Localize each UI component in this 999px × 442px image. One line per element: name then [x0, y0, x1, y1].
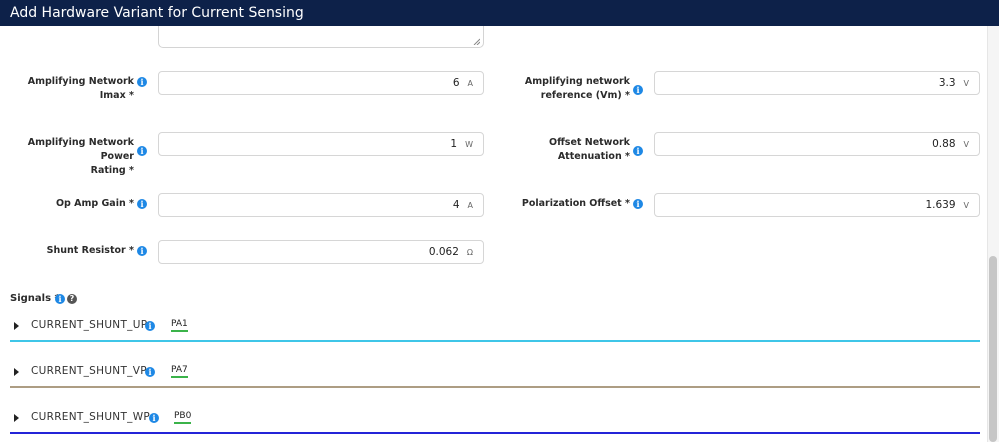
polar-offset-unit: V — [963, 200, 969, 210]
offset-att-input[interactable]: 0.88 V — [654, 132, 980, 156]
amp-ref-info-icon[interactable]: i — [633, 85, 643, 95]
expand-caret-icon[interactable] — [14, 368, 19, 376]
signal-pin-badge[interactable]: PA7 — [171, 365, 188, 378]
signal-name: CURRENT_SHUNT_UP — [31, 319, 148, 331]
amp-power-label-line2: Rating * — [90, 165, 134, 176]
amp-power-value: 1 — [450, 138, 458, 150]
amp-power-label-line1: Amplifying Network Power — [27, 137, 134, 162]
scrollbar-thumb[interactable] — [989, 256, 997, 442]
amp-power-label: Amplifying Network Power Rating * — [5, 136, 134, 178]
signal-color-line — [10, 432, 980, 434]
opamp-gain-value: 4 — [452, 199, 460, 211]
dialog-title: Add Hardware Variant for Current Sensing — [0, 0, 999, 26]
amp-power-input[interactable]: 1 W — [158, 132, 484, 156]
amp-ref-label-line1: Amplifying network — [524, 76, 630, 87]
amp-ref-value: 3.3 — [938, 77, 956, 89]
signal-info-icon[interactable]: i — [145, 321, 155, 331]
amp-ref-input[interactable]: 3.3 V — [654, 71, 980, 95]
amp-ref-label: Amplifying network reference (Vm) * — [500, 75, 630, 103]
offset-att-label: Offset Network Attenuation * — [510, 136, 630, 164]
shunt-info-icon[interactable]: i — [137, 246, 147, 256]
expand-caret-icon[interactable] — [14, 414, 19, 422]
offset-att-label-line2: Attenuation * — [557, 151, 630, 162]
offset-att-label-line1: Offset Network — [549, 137, 630, 148]
offset-att-info-icon[interactable]: i — [633, 146, 643, 156]
signal-info-icon[interactable]: i — [145, 367, 155, 377]
shunt-value: 0.062 — [428, 246, 459, 258]
shunt-label: Shunt Resistor * — [46, 245, 134, 256]
signal-name: CURRENT_SHUNT_WP — [31, 411, 151, 423]
signal-row-wp[interactable]: CURRENT_SHUNT_WP i PB0 — [10, 394, 980, 434]
description-textarea[interactable] — [158, 26, 484, 48]
signal-row-up[interactable]: CURRENT_SHUNT_UP i PA1 — [10, 302, 980, 342]
polar-offset-info-icon[interactable]: i — [633, 199, 643, 209]
signal-pin-badge[interactable]: PB0 — [174, 411, 192, 424]
amp-power-unit: W — [465, 139, 473, 149]
opamp-gain-label: Op Amp Gain * — [55, 198, 134, 209]
polar-offset-value: 1.639 — [925, 199, 956, 211]
polar-offset-input[interactable]: 1.639 V — [654, 193, 980, 217]
amp-ref-label-line2: reference (Vm) * — [540, 90, 630, 101]
shunt-input[interactable]: 0.062 Ω — [158, 240, 484, 264]
signal-pin-badge[interactable]: PA1 — [171, 319, 188, 332]
amp-imax-label: Amplifying Network Imax * — [27, 76, 134, 101]
opamp-gain-unit: A — [467, 200, 473, 210]
amp-imax-input[interactable]: 6 A — [158, 71, 484, 95]
form-content: Amplifying Network Imax * i 6 A Amplifyi… — [0, 26, 999, 442]
amp-imax-unit: A — [467, 78, 473, 88]
amp-ref-unit: V — [963, 78, 969, 88]
amp-power-info-icon[interactable]: i — [137, 146, 147, 156]
signal-name: CURRENT_SHUNT_VP — [31, 365, 147, 377]
amp-imax-info-icon[interactable]: i — [137, 77, 147, 87]
amp-imax-value: 6 — [452, 77, 460, 89]
signal-row-vp[interactable]: CURRENT_SHUNT_VP i PA7 — [10, 348, 980, 388]
offset-att-value: 0.88 — [932, 138, 956, 150]
signal-color-line — [10, 340, 980, 342]
opamp-gain-info-icon[interactable]: i — [137, 199, 147, 209]
opamp-gain-input[interactable]: 4 A — [158, 193, 484, 217]
signal-info-icon[interactable]: i — [149, 413, 159, 423]
shunt-unit: Ω — [466, 247, 473, 257]
polar-offset-label: Polarization Offset * — [521, 198, 630, 209]
expand-caret-icon[interactable] — [14, 322, 19, 330]
offset-att-unit: V — [963, 139, 969, 149]
resize-grip-icon[interactable] — [473, 38, 480, 45]
signal-color-line — [10, 386, 980, 388]
